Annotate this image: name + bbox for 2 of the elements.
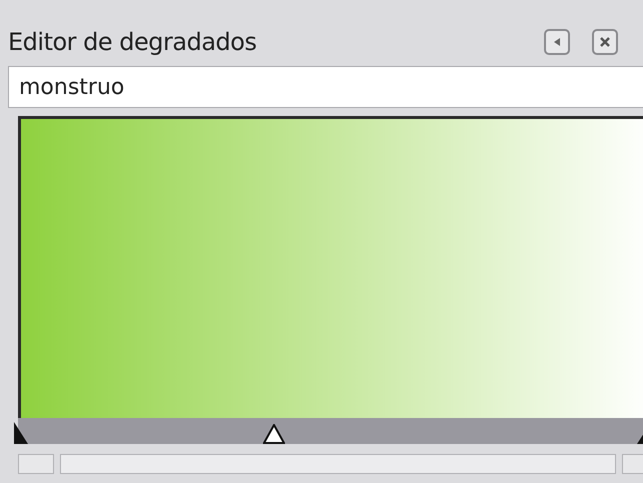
name-field[interactable]: monstruo: [8, 66, 643, 108]
panel-title: Editor de degradados: [8, 28, 258, 56]
